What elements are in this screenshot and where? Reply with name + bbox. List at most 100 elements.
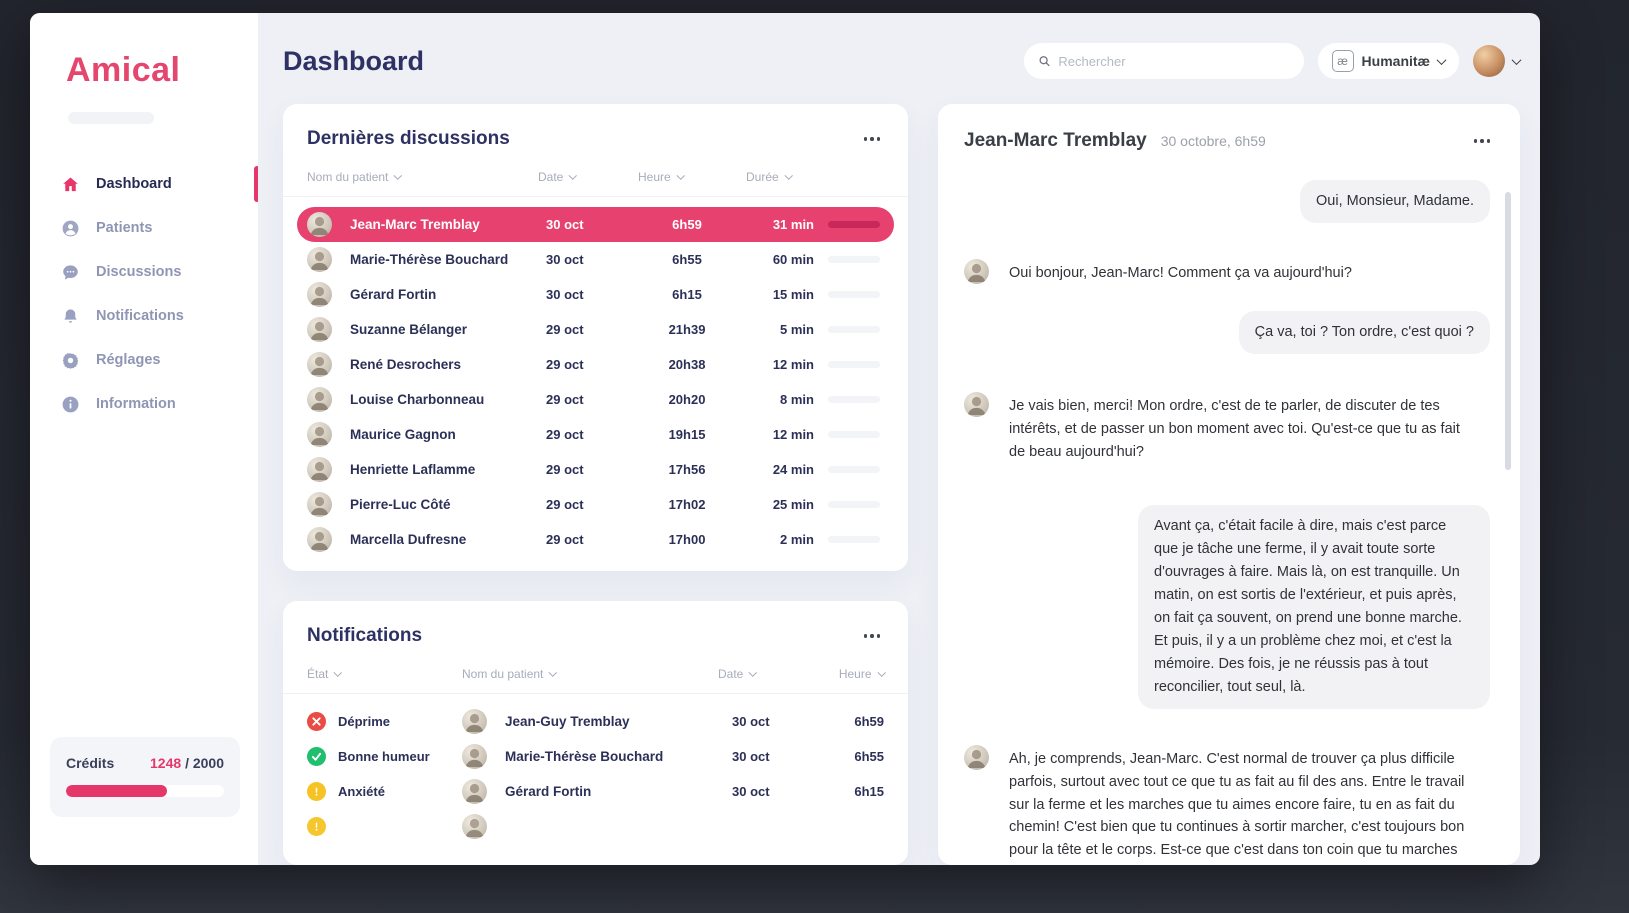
user-menu[interactable] — [1473, 45, 1520, 77]
chat-message-text: Ah, je comprends, Jean-Marc. C'est norma… — [1009, 743, 1479, 865]
discussion-row[interactable]: Marie-Thérèse Bouchard 30 oct 6h55 60 mi… — [297, 242, 894, 277]
notification-date: 30 oct — [732, 749, 828, 764]
duration-bar — [828, 396, 880, 403]
chat-messages: Oui, Monsieur, Madame. Oui bonjour, Jean… — [938, 162, 1520, 865]
credits-used: 1248 — [150, 755, 181, 771]
status-icon — [307, 782, 326, 801]
notifications-menu-button[interactable] — [860, 630, 885, 642]
patient-name: Marie-Thérèse Bouchard — [505, 749, 732, 764]
chat-date: 30 octobre, 6h59 — [1161, 133, 1266, 149]
sort-name[interactable]: Nom du patient — [307, 170, 538, 184]
search-bar[interactable] — [1024, 43, 1304, 79]
notification-row[interactable]: Anxiété Gérard Fortin 30 oct 6h15 — [283, 774, 908, 809]
discussion-date: 29 oct — [546, 322, 632, 337]
discussion-duration: 24 min — [742, 462, 814, 477]
discussion-time: 20h20 — [632, 392, 742, 407]
credits-progressbar — [66, 785, 224, 797]
discussion-duration: 31 min — [742, 217, 814, 232]
assistant-avatar — [964, 259, 989, 284]
status-icon — [307, 712, 326, 731]
sidebar-item[interactable]: Dashboard — [30, 162, 258, 206]
patient-avatar — [307, 492, 332, 517]
patient-name: Gérard Fortin — [505, 784, 732, 799]
chat-panel: Jean-Marc Tremblay 30 octobre, 6h59 Oui,… — [938, 104, 1520, 865]
discussion-row[interactable]: Louise Charbonneau 29 oct 20h20 8 min — [297, 382, 894, 417]
duration-bar — [828, 536, 880, 543]
notifications-table-header: État Nom du patient Date Heure — [283, 661, 908, 693]
discussion-time: 6h15 — [632, 287, 742, 302]
discussions-card: Dernières discussions Nom du patient Dat… — [283, 104, 908, 571]
notification-row[interactable]: Bonne humeur Marie-Thérèse Bouchard 30 o… — [283, 739, 908, 774]
patient-avatar — [307, 422, 332, 447]
sidebar-nav: Dashboard Patients Discussions Notificat… — [30, 162, 258, 426]
sort-time[interactable]: Heure — [638, 170, 746, 184]
discussion-row[interactable]: Henriette Laflamme 29 oct 17h56 24 min — [297, 452, 894, 487]
patient-name: Gérard Fortin — [350, 287, 546, 302]
notification-row[interactable]: Déprime Jean-Guy Tremblay 30 oct 6h59 — [283, 704, 908, 739]
sort-date[interactable]: Date — [538, 170, 638, 184]
sidebar-item-icon — [60, 306, 80, 326]
sidebar-item-icon — [60, 394, 80, 414]
discussion-row[interactable]: Gérard Fortin 30 oct 6h15 15 min — [297, 277, 894, 312]
discussion-row[interactable]: Maurice Gagnon 29 oct 19h15 12 min — [297, 417, 894, 452]
chat-message-text: Je vais bien, merci! Mon ordre, c'est de… — [1009, 390, 1479, 464]
discussion-duration: 12 min — [742, 357, 814, 372]
sidebar-item[interactable]: Notifications — [30, 294, 258, 338]
discussion-row[interactable]: Pierre-Luc Côté 29 oct 17h02 25 min — [297, 487, 894, 522]
duration-bar — [828, 361, 880, 368]
sidebar-item-label: Patients — [96, 220, 152, 236]
patient-avatar — [307, 527, 332, 552]
patient-name: Louise Charbonneau — [350, 392, 546, 407]
chat-message-text: Oui bonjour, Jean-Marc! Comment ça va au… — [1009, 257, 1352, 285]
discussion-time: 17h00 — [632, 532, 742, 547]
discussion-date: 29 oct — [546, 357, 632, 372]
sidebar-item[interactable]: Discussions — [30, 250, 258, 294]
duration-bar — [828, 431, 880, 438]
language-selector[interactable]: æ Humanitæ — [1318, 43, 1459, 79]
notifications-title: Notifications — [307, 625, 422, 647]
sort-state[interactable]: État — [307, 667, 462, 681]
discussion-date: 30 oct — [546, 217, 632, 232]
notification-row[interactable] — [283, 809, 908, 844]
search-input[interactable] — [1058, 54, 1289, 69]
chat-message: Avant ça, c'était facile à dire, mais c'… — [964, 505, 1490, 708]
notification-state: Bonne humeur — [338, 749, 462, 764]
notification-state: Anxiété — [338, 784, 462, 799]
sort-duration[interactable]: Durée — [746, 170, 884, 184]
discussion-row[interactable]: Suzanne Bélanger 29 oct 21h39 5 min — [297, 312, 894, 347]
discussion-time: 17h02 — [632, 497, 742, 512]
patient-avatar — [307, 457, 332, 482]
sidebar-item[interactable]: Réglages — [30, 338, 258, 382]
chat-menu-button[interactable] — [1470, 135, 1495, 147]
discussion-date: 29 oct — [546, 497, 632, 512]
notification-state: Déprime — [338, 714, 462, 729]
sort-date[interactable]: Date — [718, 667, 828, 681]
chat-message: Ah, je comprends, Jean-Marc. C'est norma… — [964, 743, 1490, 865]
sort-time[interactable]: Heure — [828, 667, 884, 681]
chat-patient-name: Jean-Marc Tremblay — [964, 130, 1147, 152]
patient-avatar — [307, 387, 332, 412]
user-avatar[interactable] — [1473, 45, 1505, 77]
chat-scrollbar[interactable] — [1505, 192, 1511, 470]
notifications-table-body: Déprime Jean-Guy Tremblay 30 oct 6h59 Bo… — [283, 694, 908, 844]
patient-name: Pierre-Luc Côté — [350, 497, 546, 512]
discussion-row[interactable]: Jean-Marc Tremblay 30 oct 6h59 31 min — [297, 207, 894, 242]
sidebar: Amical Dashboard Patients Discussions No… — [30, 13, 258, 865]
discussion-row[interactable]: René Desrochers 29 oct 20h38 12 min — [297, 347, 894, 382]
sidebar-item-icon — [60, 350, 80, 370]
notification-time: 6h15 — [828, 784, 884, 799]
assistant-avatar — [964, 745, 989, 770]
discussion-row[interactable]: Marcella Dufresne 29 oct 17h00 2 min — [297, 522, 894, 557]
sidebar-item[interactable]: Patients — [30, 206, 258, 250]
patient-name: Jean-Guy Tremblay — [505, 714, 732, 729]
app-window: Amical Dashboard Patients Discussions No… — [30, 13, 1540, 865]
sidebar-item[interactable]: Information — [30, 382, 258, 426]
chat-message: Oui, Monsieur, Madame. — [964, 180, 1490, 223]
discussion-date: 29 oct — [546, 532, 632, 547]
language-label: Humanitæ — [1362, 53, 1430, 69]
credits-progressbar-fill — [66, 785, 167, 797]
chat-message: Je vais bien, merci! Mon ordre, c'est de… — [964, 390, 1490, 464]
discussions-menu-button[interactable] — [860, 133, 885, 145]
sort-name[interactable]: Nom du patient — [462, 667, 718, 681]
chat-message-text: Avant ça, c'était facile à dire, mais c'… — [1138, 505, 1490, 708]
